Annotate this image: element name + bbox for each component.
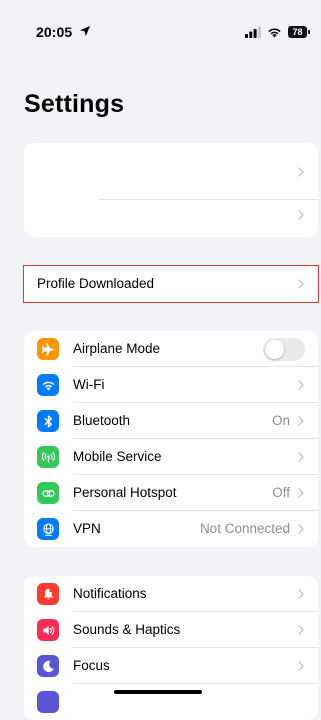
wifi-row[interactable]: Wi-Fi bbox=[24, 367, 318, 403]
chevron-right-icon bbox=[298, 279, 304, 289]
profile-downloaded-label: Profile Downloaded bbox=[37, 276, 155, 291]
bell-icon bbox=[37, 583, 59, 605]
connectivity-group: Airplane Mode Wi-Fi Bluetooth On Mobile … bbox=[24, 331, 318, 547]
chevron-right-icon bbox=[298, 167, 304, 177]
bluetooth-label: Bluetooth bbox=[73, 413, 131, 428]
personal-hotspot-label: Personal Hotspot bbox=[73, 485, 177, 500]
vpn-status: Not Connected bbox=[199, 521, 290, 536]
chevron-right-icon bbox=[298, 524, 304, 534]
focus-label: Focus bbox=[73, 658, 110, 673]
chevron-right-icon bbox=[298, 416, 304, 426]
location-arrow-icon bbox=[80, 26, 90, 36]
chevron-right-icon bbox=[298, 488, 304, 498]
status-indicators: 78 bbox=[245, 25, 310, 39]
hotspot-icon bbox=[37, 482, 59, 504]
wifi-label: Wi-Fi bbox=[73, 377, 105, 392]
antenna-icon bbox=[37, 446, 59, 468]
mobile-service-row[interactable]: Mobile Service bbox=[24, 439, 318, 475]
notifications-label: Notifications bbox=[73, 586, 147, 601]
chevron-right-icon bbox=[298, 210, 304, 220]
mobile-service-label: Mobile Service bbox=[73, 449, 162, 464]
chevron-right-icon bbox=[298, 589, 304, 599]
sounds-haptics-row[interactable]: Sounds & Haptics bbox=[24, 612, 318, 648]
battery-level: 78 bbox=[288, 26, 307, 38]
account-secondary-row[interactable] bbox=[24, 190, 318, 237]
wifi-status-icon bbox=[268, 28, 281, 38]
vpn-row[interactable]: VPN Not Connected bbox=[24, 511, 318, 547]
globe-icon bbox=[37, 518, 59, 540]
speaker-icon bbox=[37, 619, 59, 641]
bluetooth-icon bbox=[37, 410, 59, 432]
chevron-right-icon bbox=[298, 380, 304, 390]
chevron-right-icon bbox=[298, 625, 304, 635]
cellular-signal-icon bbox=[245, 26, 261, 38]
sounds-haptics-label: Sounds & Haptics bbox=[73, 622, 181, 637]
hourglass-icon bbox=[37, 691, 59, 713]
account-group bbox=[24, 143, 318, 237]
airplane-mode-row[interactable]: Airplane Mode bbox=[24, 331, 318, 367]
airplane-mode-toggle[interactable] bbox=[263, 338, 305, 361]
home-indicator[interactable] bbox=[114, 690, 202, 694]
notifications-row[interactable]: Notifications bbox=[24, 576, 318, 612]
account-row[interactable] bbox=[24, 143, 318, 190]
chevron-right-icon bbox=[298, 661, 304, 671]
status-bar: 20:05 78 bbox=[0, 0, 321, 40]
battery-icon: 78 bbox=[288, 26, 310, 38]
moon-icon bbox=[37, 655, 59, 677]
vpn-label: VPN bbox=[73, 521, 101, 536]
focus-row[interactable]: Focus bbox=[24, 648, 318, 684]
personal-hotspot-row[interactable]: Personal Hotspot Off bbox=[24, 475, 318, 511]
personal-hotspot-status: Off bbox=[272, 485, 290, 500]
airplane-mode-label: Airplane Mode bbox=[73, 341, 161, 356]
airplane-icon bbox=[37, 338, 59, 360]
bluetooth-status: On bbox=[271, 413, 290, 428]
wifi-icon bbox=[37, 374, 59, 396]
profile-downloaded-row[interactable]: Profile Downloaded bbox=[23, 265, 319, 303]
chevron-right-icon bbox=[298, 452, 304, 462]
notifications-group: Notifications Sounds & Haptics Focus bbox=[24, 576, 318, 720]
bluetooth-row[interactable]: Bluetooth On bbox=[24, 403, 318, 439]
status-time: 20:05 bbox=[36, 24, 73, 40]
page-title: Settings bbox=[24, 90, 125, 118]
